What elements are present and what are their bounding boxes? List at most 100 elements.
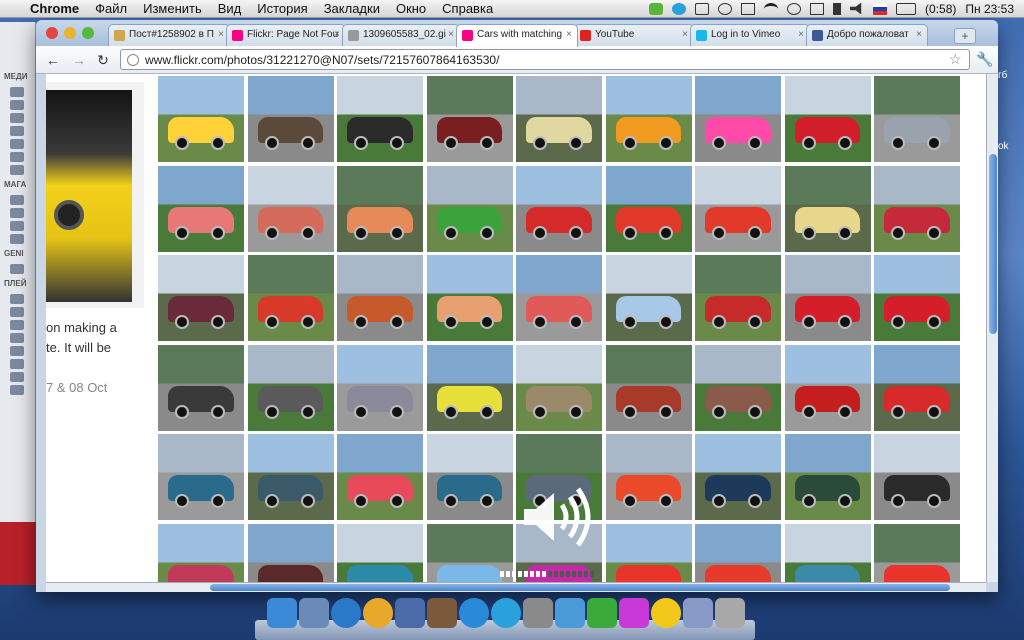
tab[interactable]: Log in to Vimeo × — [690, 24, 810, 46]
photo-thumbnail[interactable] — [426, 165, 513, 252]
wifi-icon[interactable] — [764, 2, 779, 15]
photo-thumbnail[interactable] — [605, 255, 692, 341]
photo-thumbnail[interactable] — [247, 165, 334, 252]
photo-thumbnail[interactable] — [337, 255, 423, 341]
photo-thumbnail[interactable] — [874, 165, 960, 252]
photo-thumbnail[interactable] — [247, 76, 334, 162]
books-icon[interactable] — [10, 165, 24, 175]
photo-thumbnail[interactable] — [605, 76, 692, 162]
photo-thumbnail[interactable] — [158, 434, 244, 520]
preview-icon[interactable] — [299, 598, 329, 628]
dropbox-icon[interactable] — [695, 2, 710, 15]
tab-close-icon[interactable]: × — [334, 29, 340, 40]
timemachine-icon[interactable] — [787, 2, 802, 15]
featured-photo[interactable] — [46, 90, 132, 302]
close-window-button[interactable] — [46, 27, 58, 39]
vertical-scroll-thumb[interactable] — [989, 154, 997, 334]
photo-thumbnail[interactable] — [426, 76, 513, 162]
globe-icon[interactable] — [331, 598, 361, 628]
tab-close-icon[interactable]: × — [218, 29, 224, 40]
horizontal-scrollbar[interactable] — [46, 582, 986, 592]
flag-icon[interactable] — [873, 2, 888, 15]
finder-icon[interactable] — [267, 598, 297, 628]
battery-icon[interactable] — [896, 2, 917, 15]
photo-thumbnail[interactable] — [516, 344, 602, 431]
photo-thumbnail[interactable] — [605, 523, 692, 582]
photo-thumbnail[interactable] — [605, 344, 692, 431]
menu-bookmarks[interactable]: Закладки — [316, 1, 388, 16]
radio-icon[interactable] — [10, 139, 24, 149]
mail-icon[interactable] — [395, 598, 425, 628]
zoom-window-button[interactable] — [82, 27, 94, 39]
photo-thumbnail[interactable] — [695, 76, 781, 162]
photo-thumbnail[interactable] — [874, 255, 960, 341]
photos-icon[interactable] — [427, 598, 457, 628]
photo-thumbnail[interactable] — [247, 344, 334, 431]
accessibility-icon[interactable] — [718, 2, 733, 15]
menu-file[interactable]: Файл — [87, 1, 135, 16]
trash-icon[interactable] — [715, 598, 745, 628]
chrome-icon[interactable] — [363, 598, 393, 628]
playlist-gear-icon[interactable] — [10, 320, 24, 330]
clock[interactable]: Пн 23:53 — [965, 2, 1014, 16]
tab[interactable]: YouTube × — [574, 24, 694, 46]
photo-thumbnail[interactable] — [337, 344, 423, 431]
photo-thumbnail[interactable] — [337, 523, 423, 582]
evernote-icon[interactable] — [649, 2, 664, 15]
mail2-icon[interactable] — [555, 598, 585, 628]
photo-thumbnail[interactable] — [516, 434, 602, 520]
menu-view[interactable]: Вид — [210, 1, 250, 16]
grapher-icon[interactable] — [587, 598, 617, 628]
horizontal-scroll-thumb[interactable] — [210, 584, 950, 591]
tv-icon[interactable] — [10, 113, 24, 123]
photo-thumbnail[interactable] — [247, 523, 334, 582]
menu-history[interactable]: История — [249, 1, 315, 16]
tab[interactable]: Пост#1258902 в П × — [108, 24, 230, 46]
prefs-icon[interactable] — [523, 598, 553, 628]
photo-thumbnail[interactable] — [695, 523, 781, 582]
photo-thumbnail[interactable] — [605, 434, 692, 520]
photo-thumbnail[interactable] — [247, 255, 334, 341]
tab[interactable]: 1309605583_02.gi × — [342, 24, 460, 46]
forward-button[interactable]: → — [70, 51, 88, 69]
tab-close-icon[interactable]: × — [916, 29, 922, 40]
genius-icon[interactable] — [10, 264, 24, 274]
playlist-gear-icon[interactable] — [10, 294, 24, 304]
photo-thumbnail[interactable] — [426, 255, 513, 341]
playlist-gear-icon[interactable] — [10, 385, 24, 395]
menu-edit[interactable]: Изменить — [135, 1, 210, 16]
photo-thumbnail[interactable] — [784, 255, 871, 341]
minimize-window-button[interactable] — [64, 27, 76, 39]
tab[interactable]: Flickr: Page Not Fou × — [226, 24, 346, 46]
photo-thumbnail[interactable] — [695, 255, 781, 341]
photo-thumbnail[interactable] — [426, 344, 513, 431]
photo-thumbnail[interactable] — [605, 165, 692, 252]
new-tab-button[interactable]: + — [954, 28, 976, 44]
photo-thumbnail[interactable] — [874, 434, 960, 520]
photo-thumbnail[interactable] — [516, 165, 602, 252]
photo-thumbnail[interactable] — [426, 434, 513, 520]
photo-thumbnail[interactable] — [874, 344, 960, 431]
tab-close-icon[interactable]: × — [798, 29, 804, 40]
photo-thumbnail[interactable] — [158, 255, 244, 341]
back-button[interactable]: ← — [44, 51, 62, 69]
folder-icon[interactable] — [683, 598, 713, 628]
photo-thumbnail[interactable] — [784, 165, 871, 252]
skype-tray-icon[interactable] — [672, 2, 687, 15]
menu-window[interactable]: Окно — [388, 1, 434, 16]
photo-thumbnail[interactable] — [158, 523, 244, 582]
tab-close-icon[interactable]: × — [448, 29, 454, 40]
purchased-icon[interactable] — [10, 221, 24, 231]
photo-thumbnail[interactable] — [337, 434, 423, 520]
photo-thumbnail[interactable] — [695, 165, 781, 252]
photo-thumbnail[interactable] — [426, 523, 513, 582]
chat-icon[interactable] — [619, 598, 649, 628]
photo-thumbnail[interactable] — [695, 344, 781, 431]
photo-thumbnail[interactable] — [516, 76, 602, 162]
menu-help[interactable]: Справка — [434, 1, 501, 16]
smile-icon[interactable] — [651, 598, 681, 628]
menu-app-chrome[interactable]: Chrome — [22, 1, 87, 16]
playlist-gear-icon[interactable] — [10, 372, 24, 382]
bluetooth-icon[interactable] — [833, 2, 842, 15]
playlist-gear-icon[interactable] — [10, 333, 24, 343]
